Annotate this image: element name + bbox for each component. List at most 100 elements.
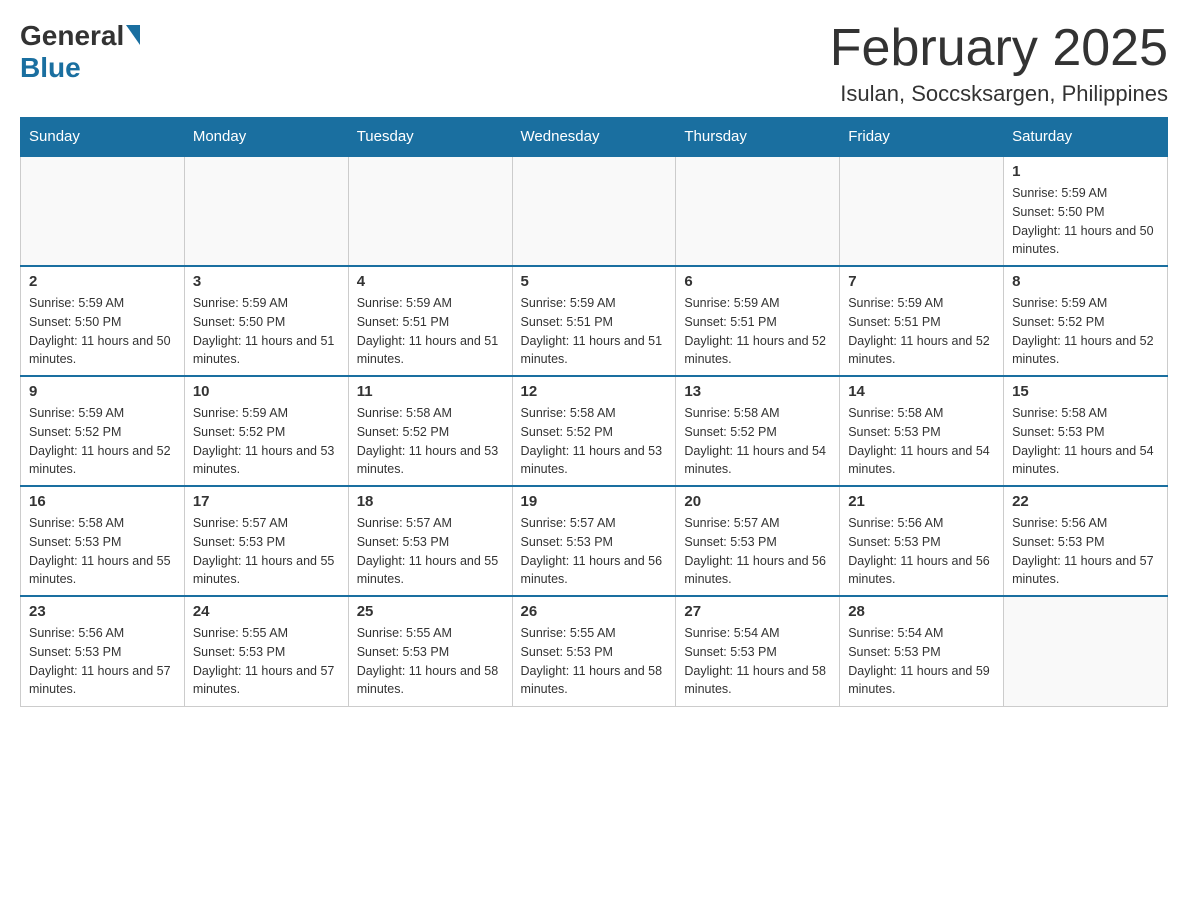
calendar-cell: 9 Sunrise: 5:59 AMSunset: 5:52 PMDaylight… [21, 376, 185, 486]
day-info: Sunrise: 5:58 AMSunset: 5:53 PMDaylight:… [848, 404, 995, 479]
calendar-cell: 6 Sunrise: 5:59 AMSunset: 5:51 PMDaylight… [676, 266, 840, 376]
day-info: Sunrise: 5:55 AMSunset: 5:53 PMDaylight:… [521, 624, 668, 699]
day-info: Sunrise: 5:55 AMSunset: 5:53 PMDaylight:… [357, 624, 504, 699]
day-info: Sunrise: 5:57 AMSunset: 5:53 PMDaylight:… [521, 514, 668, 589]
day-number: 9 [29, 383, 176, 400]
day-info: Sunrise: 5:56 AMSunset: 5:53 PMDaylight:… [1012, 514, 1159, 589]
day-number: 23 [29, 603, 176, 620]
day-number: 12 [521, 383, 668, 400]
day-number: 19 [521, 493, 668, 510]
calendar-cell: 21 Sunrise: 5:56 AMSunset: 5:53 PMDayligh… [840, 486, 1004, 596]
logo-text: General [20, 20, 140, 52]
week-row-2: 2Sunrise: 5:59 AMSunset: 5:50 PMDaylight… [21, 266, 1168, 376]
day-info: Sunrise: 5:57 AMSunset: 5:53 PMDaylight:… [357, 514, 504, 589]
day-info: Sunrise: 5:56 AMSunset: 5:53 PMDaylight:… [29, 624, 176, 699]
calendar-header-sunday: Sunday [21, 118, 185, 157]
week-row-4: 16 Sunrise: 5:58 AMSunset: 5:53 PMDayligh… [21, 486, 1168, 596]
day-number: 21 [848, 493, 995, 510]
day-info: Sunrise: 5:59 AMSunset: 5:52 PMDaylight:… [193, 404, 340, 479]
day-number: 22 [1012, 493, 1159, 510]
day-number: 16 [29, 493, 176, 510]
calendar-cell: 4 Sunrise: 5:59 AMSunset: 5:51 PMDaylight… [348, 266, 512, 376]
calendar-header-wednesday: Wednesday [512, 118, 676, 157]
logo-blue-text: Blue [20, 52, 81, 84]
calendar-cell: 19 Sunrise: 5:57 AMSunset: 5:53 PMDayligh… [512, 486, 676, 596]
week-row-1: 1Sunrise: 5:59 AMSunset: 5:50 PMDaylight… [21, 156, 1168, 266]
day-number: 27 [684, 603, 831, 620]
calendar-cell [512, 156, 676, 266]
day-info: Sunrise: 5:59 AMSunset: 5:50 PMDaylight:… [1012, 184, 1159, 259]
calendar-cell [840, 156, 1004, 266]
week-row-3: 9 Sunrise: 5:59 AMSunset: 5:52 PMDaylight… [21, 376, 1168, 486]
day-number: 14 [848, 383, 995, 400]
day-info: Sunrise: 5:54 AMSunset: 5:53 PMDaylight:… [848, 624, 995, 699]
calendar-cell: 23 Sunrise: 5:56 AMSunset: 5:53 PMDayligh… [21, 596, 185, 706]
day-number: 7 [848, 273, 995, 290]
calendar-cell: 8Sunrise: 5:59 AMSunset: 5:52 PMDaylight… [1004, 266, 1168, 376]
calendar-cell: 10 Sunrise: 5:59 AMSunset: 5:52 PMDayligh… [184, 376, 348, 486]
day-info: Sunrise: 5:59 AMSunset: 5:52 PMDaylight:… [29, 404, 176, 479]
calendar-cell: 22 Sunrise: 5:56 AMSunset: 5:53 PMDayligh… [1004, 486, 1168, 596]
calendar-header-monday: Monday [184, 118, 348, 157]
day-number: 25 [357, 603, 504, 620]
day-info: Sunrise: 5:58 AMSunset: 5:53 PMDaylight:… [1012, 404, 1159, 479]
day-info: Sunrise: 5:58 AMSunset: 5:53 PMDaylight:… [29, 514, 176, 589]
calendar-cell: 27 Sunrise: 5:54 AMSunset: 5:53 PMDayligh… [676, 596, 840, 706]
day-number: 15 [1012, 383, 1159, 400]
day-number: 4 [357, 273, 504, 290]
calendar-header-tuesday: Tuesday [348, 118, 512, 157]
calendar-cell: 14 Sunrise: 5:58 AMSunset: 5:53 PMDayligh… [840, 376, 1004, 486]
calendar-cell: 24Sunrise: 5:55 AMSunset: 5:53 PMDayligh… [184, 596, 348, 706]
day-info: Sunrise: 5:54 AMSunset: 5:53 PMDaylight:… [684, 624, 831, 699]
calendar-header-friday: Friday [840, 118, 1004, 157]
day-info: Sunrise: 5:56 AMSunset: 5:53 PMDaylight:… [848, 514, 995, 589]
day-info: Sunrise: 5:58 AMSunset: 5:52 PMDaylight:… [521, 404, 668, 479]
day-number: 6 [684, 273, 831, 290]
calendar-cell: 17Sunrise: 5:57 AMSunset: 5:53 PMDayligh… [184, 486, 348, 596]
calendar-cell [184, 156, 348, 266]
day-info: Sunrise: 5:59 AMSunset: 5:51 PMDaylight:… [521, 294, 668, 369]
title-section: February 2025 Isulan, Soccsksargen, Phil… [830, 20, 1168, 107]
day-info: Sunrise: 5:55 AMSunset: 5:53 PMDaylight:… [193, 624, 340, 699]
day-number: 26 [521, 603, 668, 620]
calendar-cell: 15 Sunrise: 5:58 AMSunset: 5:53 PMDayligh… [1004, 376, 1168, 486]
calendar-cell: 5 Sunrise: 5:59 AMSunset: 5:51 PMDaylight… [512, 266, 676, 376]
day-number: 5 [521, 273, 668, 290]
month-title: February 2025 [830, 20, 1168, 77]
day-info: Sunrise: 5:59 AMSunset: 5:50 PMDaylight:… [29, 294, 176, 369]
logo-triangle-icon [126, 25, 140, 45]
day-info: Sunrise: 5:59 AMSunset: 5:51 PMDaylight:… [357, 294, 504, 369]
day-number: 18 [357, 493, 504, 510]
calendar-cell: 12 Sunrise: 5:58 AMSunset: 5:52 PMDayligh… [512, 376, 676, 486]
calendar-cell: 26 Sunrise: 5:55 AMSunset: 5:53 PMDayligh… [512, 596, 676, 706]
calendar-cell: 16 Sunrise: 5:58 AMSunset: 5:53 PMDayligh… [21, 486, 185, 596]
day-info: Sunrise: 5:58 AMSunset: 5:52 PMDaylight:… [684, 404, 831, 479]
calendar-cell [21, 156, 185, 266]
day-info: Sunrise: 5:57 AMSunset: 5:53 PMDaylight:… [684, 514, 831, 589]
page-header: General Blue February 2025 Isulan, Soccs… [20, 20, 1168, 107]
calendar-cell: 28 Sunrise: 5:54 AMSunset: 5:53 PMDayligh… [840, 596, 1004, 706]
logo-general-text: General [20, 20, 124, 52]
day-number: 20 [684, 493, 831, 510]
day-number: 17 [193, 493, 340, 510]
logo: General Blue [20, 20, 140, 84]
calendar-cell [1004, 596, 1168, 706]
calendar-header-row: SundayMondayTuesdayWednesdayThursdayFrid… [21, 118, 1168, 157]
calendar-cell: 3 Sunrise: 5:59 AMSunset: 5:50 PMDaylight… [184, 266, 348, 376]
day-info: Sunrise: 5:59 AMSunset: 5:50 PMDaylight:… [193, 294, 340, 369]
day-number: 10 [193, 383, 340, 400]
day-info: Sunrise: 5:59 AMSunset: 5:51 PMDaylight:… [684, 294, 831, 369]
day-number: 11 [357, 383, 504, 400]
location-title: Isulan, Soccsksargen, Philippines [830, 81, 1168, 107]
calendar-cell [348, 156, 512, 266]
day-info: Sunrise: 5:59 AMSunset: 5:52 PMDaylight:… [1012, 294, 1159, 369]
day-info: Sunrise: 5:58 AMSunset: 5:52 PMDaylight:… [357, 404, 504, 479]
calendar-cell: 18 Sunrise: 5:57 AMSunset: 5:53 PMDayligh… [348, 486, 512, 596]
calendar-cell: 2Sunrise: 5:59 AMSunset: 5:50 PMDaylight… [21, 266, 185, 376]
day-number: 3 [193, 273, 340, 290]
day-number: 28 [848, 603, 995, 620]
day-info: Sunrise: 5:59 AMSunset: 5:51 PMDaylight:… [848, 294, 995, 369]
calendar-cell [676, 156, 840, 266]
day-number: 13 [684, 383, 831, 400]
calendar-cell: 20 Sunrise: 5:57 AMSunset: 5:53 PMDayligh… [676, 486, 840, 596]
